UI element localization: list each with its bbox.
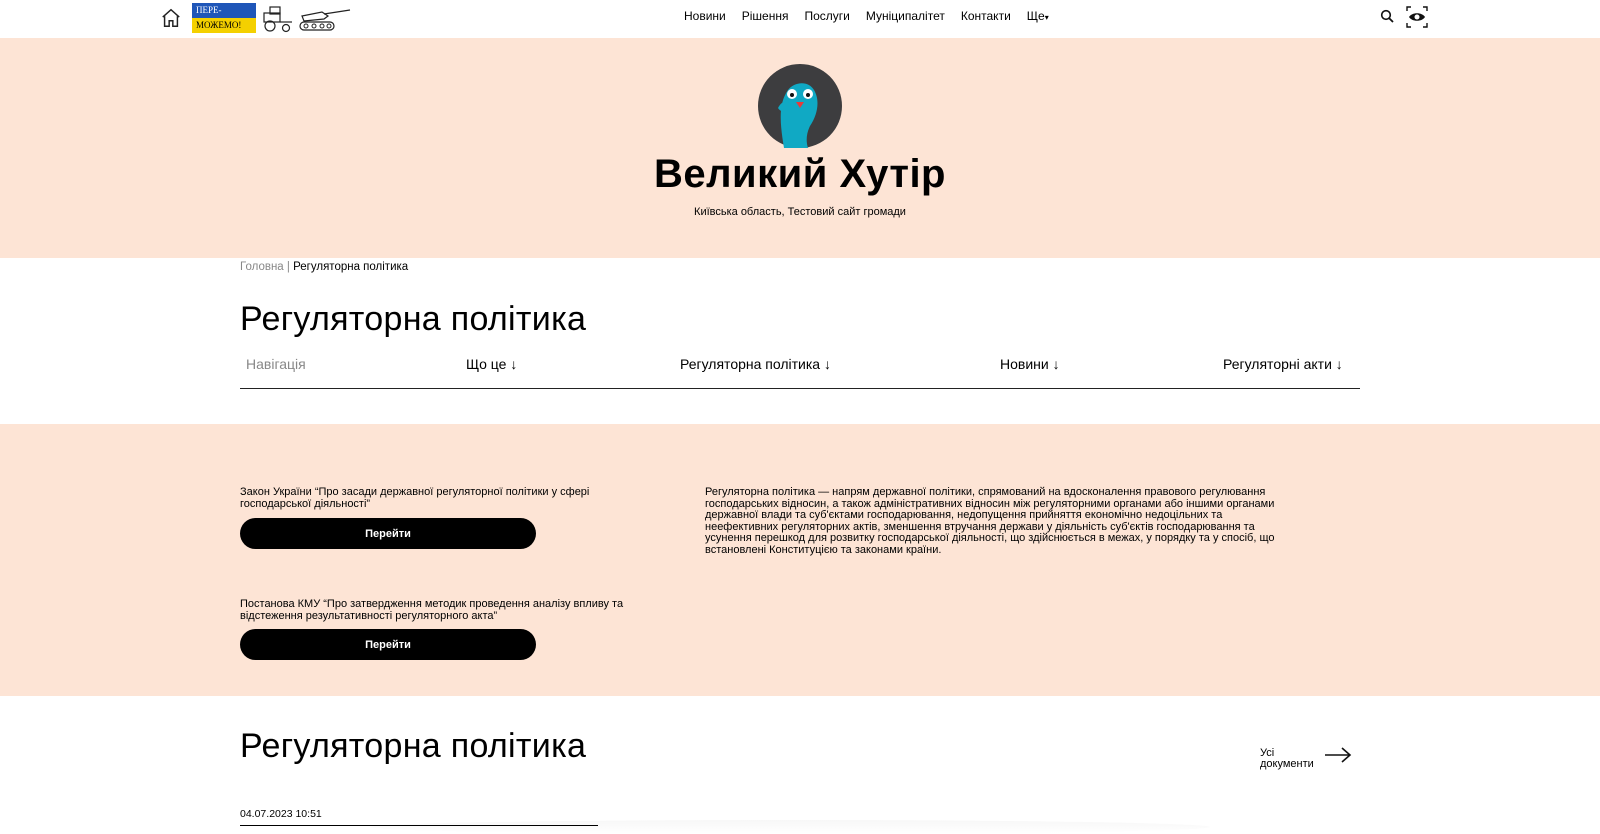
- hero-banner: Великий Хутір Київська область, Тестовий…: [0, 38, 1600, 258]
- anchor-tabs: Навігація Що це ↓ Регуляторна політика ↓…: [240, 352, 1360, 389]
- kmu-go-button[interactable]: Перейти: [240, 629, 536, 660]
- breadcrumb-home[interactable]: Головна: [240, 261, 284, 273]
- document-date: 04.07.2023 10:51: [240, 808, 322, 820]
- nav-news[interactable]: Новини: [676, 0, 734, 32]
- flag-text-bottom: МОЖЕМО!: [192, 18, 256, 33]
- arrow-right-icon[interactable]: [1324, 746, 1352, 764]
- tab-what-is-it[interactable]: Що це ↓: [466, 356, 517, 372]
- accessibility-eye-icon[interactable]: [1406, 6, 1428, 28]
- all-documents-link[interactable]: Усі документи: [1260, 748, 1330, 770]
- flag-banner[interactable]: ПЕРЕ- МОЖЕМО!: [192, 3, 256, 33]
- section-title: Регуляторна політика: [240, 727, 587, 765]
- tab-regulatory-policy[interactable]: Регуляторна політика ↓: [680, 356, 831, 372]
- breadcrumb-current: Регуляторна політика: [293, 261, 409, 273]
- top-bar: ПЕРЕ- МОЖЕМО! Новини Рішення Послуги Мун…: [0, 0, 1600, 38]
- flag-text-top: ПЕРЕ-: [192, 3, 256, 18]
- kmu-title: Постанова КМУ “Про затвердження методик …: [240, 598, 624, 622]
- nav-more-label: Ще: [1026, 9, 1045, 23]
- nav-services[interactable]: Послуги: [796, 0, 857, 32]
- main-nav: Новини Рішення Послуги Муніципалітет Кон…: [676, 0, 1057, 32]
- card-divider: [240, 825, 598, 826]
- bird-logo[interactable]: [758, 64, 842, 148]
- tab-regulatory-acts[interactable]: Регуляторні акти ↓: [1223, 356, 1343, 372]
- tab-news[interactable]: Новини ↓: [1000, 356, 1060, 372]
- nav-municipality[interactable]: Муніципалітет: [858, 0, 953, 32]
- card-shadow: [370, 820, 1210, 834]
- policy-description: Регуляторна політика — напрям державної …: [705, 486, 1275, 556]
- breadcrumb-separator: |: [286, 261, 290, 273]
- page-title: Регуляторна політика: [240, 300, 587, 338]
- community-name: Великий Хутір: [654, 152, 946, 196]
- tractor-tank-icon: [263, 6, 351, 33]
- law-title: Закон України “Про засади державної регу…: [240, 486, 590, 510]
- home-icon[interactable]: [160, 7, 182, 29]
- all-docs-line2: документи: [1260, 758, 1314, 770]
- caret-down-icon: ▾: [1044, 13, 1049, 22]
- nav-more[interactable]: Ще▾: [1019, 0, 1057, 32]
- nav-contacts[interactable]: Контакти: [953, 0, 1019, 32]
- breadcrumb: Головна | Регуляторна політика: [240, 261, 408, 273]
- community-subtitle: Київська область, Тестовий сайт громади: [694, 206, 906, 218]
- search-icon[interactable]: [1380, 9, 1394, 23]
- tabs-label: Навігація: [246, 356, 306, 372]
- law-go-button[interactable]: Перейти: [240, 518, 536, 549]
- info-section: Закон України “Про засади державної регу…: [0, 424, 1600, 696]
- nav-decisions[interactable]: Рішення: [734, 0, 797, 32]
